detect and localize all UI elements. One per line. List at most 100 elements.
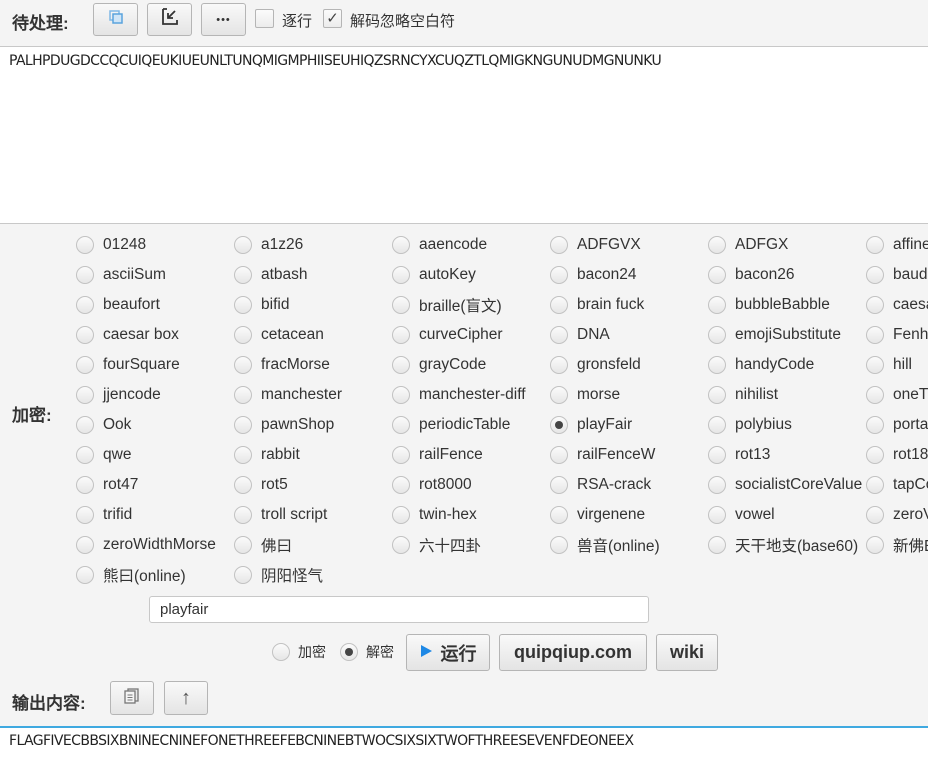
cipher-option[interactable]: ADFGX (708, 234, 788, 256)
cipher-option[interactable]: railFenceW (550, 444, 655, 466)
cipher-option[interactable]: polybius (708, 414, 792, 436)
cipher-option[interactable]: twin-hex (392, 504, 477, 526)
cipher-option[interactable]: 阴阳怪气 (234, 564, 323, 586)
cipher-option[interactable]: Fenh (866, 324, 928, 346)
radio-button[interactable] (392, 506, 410, 524)
cipher-option[interactable]: fracMorse (234, 354, 330, 376)
cipher-option[interactable]: pawnShop (234, 414, 334, 436)
cipher-option[interactable]: caesa (866, 294, 928, 316)
radio-button[interactable] (550, 356, 568, 374)
cipher-option[interactable]: manchester-diff (392, 384, 526, 406)
cipher-option[interactable]: rot8000 (392, 474, 472, 496)
cipher-option[interactable]: 01248 (76, 234, 146, 256)
cipher-option[interactable]: 熊曰(online) (76, 564, 186, 586)
radio-button[interactable] (340, 643, 358, 661)
cipher-option[interactable]: 佛曰 (234, 534, 292, 556)
cipher-option[interactable]: baud (866, 264, 927, 286)
radio-button[interactable] (234, 266, 252, 284)
cipher-option[interactable]: 兽音(online) (550, 534, 660, 556)
cipher-option[interactable]: caesar box (76, 324, 179, 346)
cipher-option[interactable]: railFence (392, 444, 483, 466)
cipher-option[interactable]: autoKey (392, 264, 476, 286)
move-up-button[interactable]: ↑ (164, 681, 208, 715)
cipher-option[interactable]: handyCode (708, 354, 814, 376)
radio-button[interactable] (866, 416, 884, 434)
radio-button[interactable] (392, 266, 410, 284)
radio-button[interactable] (234, 356, 252, 374)
radio-button[interactable] (550, 416, 568, 434)
radio-button[interactable] (708, 386, 726, 404)
radio-button[interactable] (866, 446, 884, 464)
radio-button[interactable] (708, 296, 726, 314)
cipher-option[interactable]: a1z26 (234, 234, 303, 256)
radio-button[interactable] (708, 476, 726, 494)
radio-button[interactable] (234, 236, 252, 254)
cipher-option[interactable]: porta (866, 414, 928, 436)
radio-button[interactable] (866, 506, 884, 524)
cipher-option[interactable]: beaufort (76, 294, 160, 316)
radio-button[interactable] (76, 476, 94, 494)
cipher-option[interactable]: trifid (76, 504, 132, 526)
radio-button[interactable] (234, 386, 252, 404)
radio-button[interactable] (708, 236, 726, 254)
radio-button[interactable] (234, 566, 252, 584)
radio-button[interactable] (550, 386, 568, 404)
radio-button[interactable] (392, 356, 410, 374)
radio-button[interactable] (392, 296, 410, 314)
cipher-option[interactable]: 天干地支(base60) (708, 534, 858, 556)
cipher-option[interactable]: RSA-crack (550, 474, 651, 496)
cipher-option[interactable]: zeroWidthMorse (76, 534, 216, 556)
cipher-option[interactable]: bacon24 (550, 264, 636, 286)
radio-button[interactable] (76, 326, 94, 344)
run-button[interactable]: 运行 (406, 634, 490, 671)
cipher-option[interactable]: bubbleBabble (708, 294, 830, 316)
cipher-option[interactable]: DNA (550, 324, 610, 346)
radio-button[interactable] (708, 416, 726, 434)
radio-button[interactable] (866, 326, 884, 344)
cipher-option[interactable]: asciiSum (76, 264, 166, 286)
cipher-option[interactable]: socialistCoreValue (708, 474, 862, 496)
cipher-option[interactable]: affine (866, 234, 928, 256)
radio-button[interactable] (272, 643, 290, 661)
cipher-option[interactable]: rot47 (76, 474, 138, 496)
cipher-option[interactable]: oneT (866, 384, 928, 406)
radio-button[interactable] (392, 236, 410, 254)
radio-button[interactable] (550, 506, 568, 524)
cipher-option[interactable]: manchester (234, 384, 342, 406)
radio-button[interactable] (866, 236, 884, 254)
cipher-option[interactable]: brain fuck (550, 294, 644, 316)
cipher-option[interactable]: braille(盲文) (392, 294, 502, 316)
radio-button[interactable] (708, 266, 726, 284)
cipher-option[interactable]: curveCipher (392, 324, 503, 346)
cipher-option[interactable]: fourSquare (76, 354, 180, 376)
radio-button[interactable] (708, 506, 726, 524)
output-textarea[interactable]: FLAGFIVECBBSIXBNINECNINEFONETHREEFEBCNIN… (0, 726, 928, 777)
radio-button[interactable] (708, 326, 726, 344)
cipher-option[interactable]: qwe (76, 444, 131, 466)
radio-button[interactable] (234, 536, 252, 554)
radio-button[interactable] (866, 266, 884, 284)
radio-button[interactable] (234, 326, 252, 344)
cipher-option[interactable]: Ook (76, 414, 131, 436)
cipher-option[interactable]: bacon26 (708, 264, 794, 286)
wiki-button[interactable]: wiki (656, 634, 718, 671)
key-input[interactable]: playfair (149, 596, 649, 623)
line-by-line-checkbox[interactable] (255, 9, 274, 28)
radio-button[interactable] (76, 416, 94, 434)
radio-button[interactable] (392, 416, 410, 434)
radio-button[interactable] (866, 386, 884, 404)
cipher-option[interactable]: tapCo (866, 474, 928, 496)
cipher-option[interactable]: hill (866, 354, 912, 376)
cipher-option[interactable]: periodicTable (392, 414, 510, 436)
radio-button[interactable] (234, 296, 252, 314)
radio-button[interactable] (392, 326, 410, 344)
cipher-option[interactable]: gronsfeld (550, 354, 641, 376)
cipher-option[interactable]: 新佛E (866, 534, 928, 556)
cipher-option[interactable]: playFair (550, 414, 632, 436)
radio-button[interactable] (76, 506, 94, 524)
radio-button[interactable] (708, 356, 726, 374)
radio-button[interactable] (392, 476, 410, 494)
cipher-option[interactable]: zeroV (866, 504, 928, 526)
radio-button[interactable] (708, 446, 726, 464)
cipher-option[interactable]: rot13 (708, 444, 770, 466)
